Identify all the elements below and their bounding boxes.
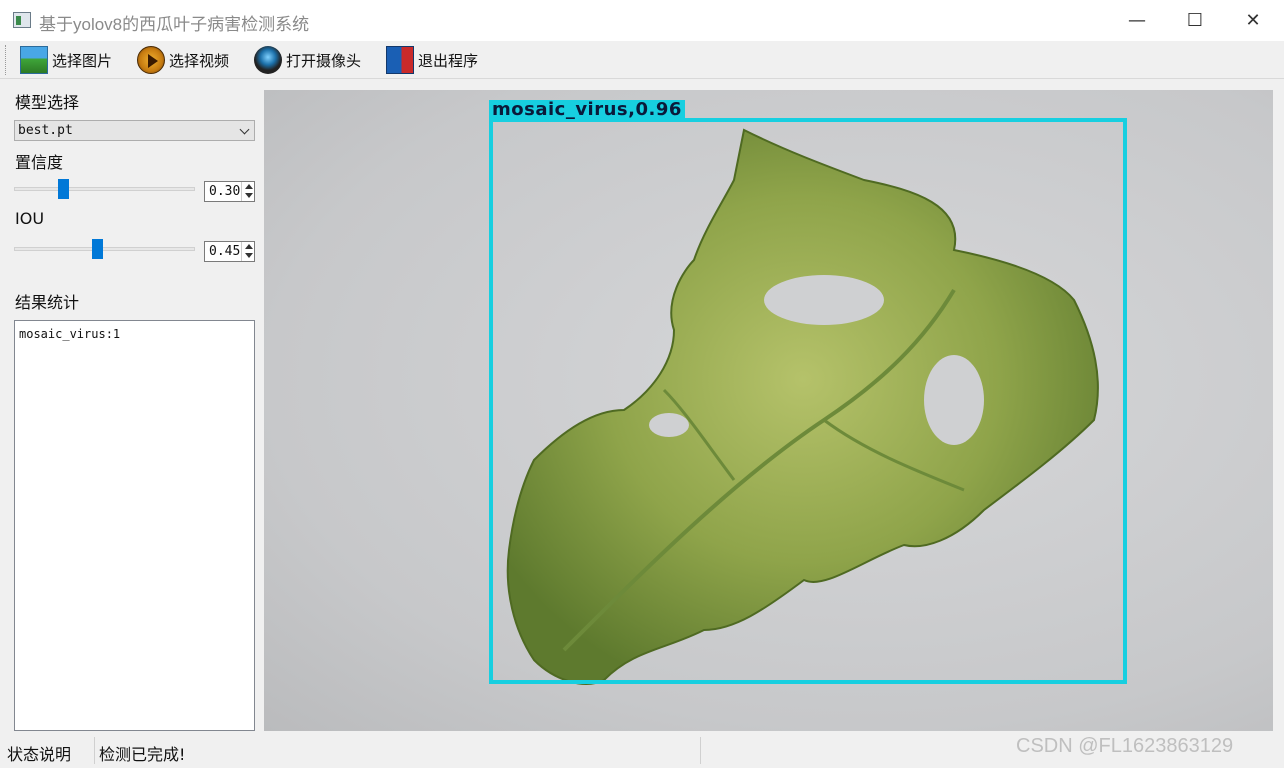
select-video-button[interactable]: 选择视频 bbox=[137, 44, 229, 76]
image-icon bbox=[20, 46, 48, 74]
watermark: CSDN @FL1623863129 bbox=[1016, 735, 1234, 757]
select-video-label: 选择视频 bbox=[169, 51, 230, 70]
chevron-down-icon bbox=[239, 124, 250, 135]
select-image-label: 选择图片 bbox=[52, 51, 113, 70]
spin-up-icon[interactable] bbox=[245, 244, 253, 249]
results-textbox[interactable]: mosaic_virus:1 bbox=[14, 320, 255, 731]
app-window: 基于yolov8的西瓜叶子病害检测系统 — ☐ ✕ 选择图片 选择视频 打开摄像… bbox=[0, 0, 1284, 768]
spin-down-icon[interactable] bbox=[245, 193, 253, 198]
confidence-spinbox[interactable]: 0.30 bbox=[204, 181, 255, 202]
status-divider-2 bbox=[700, 737, 701, 764]
open-camera-label: 打开摄像头 bbox=[286, 51, 362, 70]
toolbar-grip[interactable] bbox=[5, 45, 8, 75]
app-icon bbox=[13, 12, 31, 28]
confidence-label: 置信度 bbox=[15, 153, 64, 172]
exit-program-button[interactable]: 退出程序 bbox=[386, 44, 478, 76]
webcam-icon bbox=[254, 46, 282, 74]
confidence-spin-arrows[interactable] bbox=[241, 182, 254, 201]
detection-image-view: mosaic_virus,0.96 bbox=[264, 90, 1273, 731]
detection-label: mosaic_virus,0.96 bbox=[489, 100, 685, 120]
confidence-slider[interactable] bbox=[14, 179, 195, 199]
results-text: mosaic_virus:1 bbox=[19, 327, 121, 341]
model-dropdown[interactable]: best.pt bbox=[14, 120, 255, 141]
iou-slider-handle[interactable] bbox=[92, 239, 103, 259]
model-select-label: 模型选择 bbox=[15, 93, 80, 112]
video-play-icon bbox=[137, 46, 165, 74]
confidence-value: 0.30 bbox=[209, 184, 241, 199]
iou-label: IOU bbox=[15, 209, 45, 228]
exit-program-label: 退出程序 bbox=[418, 51, 479, 70]
status-title: 状态说明 bbox=[7, 745, 72, 764]
open-camera-button[interactable]: 打开摄像头 bbox=[254, 44, 361, 76]
toolbar: 选择图片 选择视频 打开摄像头 退出程序 bbox=[0, 41, 1284, 79]
iou-spin-arrows[interactable] bbox=[241, 242, 254, 261]
window-title: 基于yolov8的西瓜叶子病害检测系统 bbox=[39, 15, 310, 34]
detection-bounding-box bbox=[489, 118, 1127, 684]
maximize-button[interactable]: ☐ bbox=[1166, 0, 1224, 41]
iou-slider[interactable] bbox=[14, 239, 195, 259]
select-image-button[interactable]: 选择图片 bbox=[20, 44, 112, 76]
status-divider bbox=[94, 737, 95, 764]
spin-down-icon[interactable] bbox=[245, 253, 253, 258]
minimize-button[interactable]: — bbox=[1108, 0, 1166, 41]
exit-door-icon bbox=[386, 46, 414, 74]
model-dropdown-value: best.pt bbox=[18, 123, 73, 138]
title-bar: 基于yolov8的西瓜叶子病害检测系统 — ☐ ✕ bbox=[0, 0, 1284, 41]
iou-value: 0.45 bbox=[209, 244, 241, 259]
spin-up-icon[interactable] bbox=[245, 184, 253, 189]
confidence-slider-handle[interactable] bbox=[58, 179, 69, 199]
status-message: 检测已完成! bbox=[99, 745, 186, 764]
iou-spinbox[interactable]: 0.45 bbox=[204, 241, 255, 262]
close-button[interactable]: ✕ bbox=[1224, 0, 1282, 41]
results-stats-label: 结果统计 bbox=[15, 293, 80, 312]
